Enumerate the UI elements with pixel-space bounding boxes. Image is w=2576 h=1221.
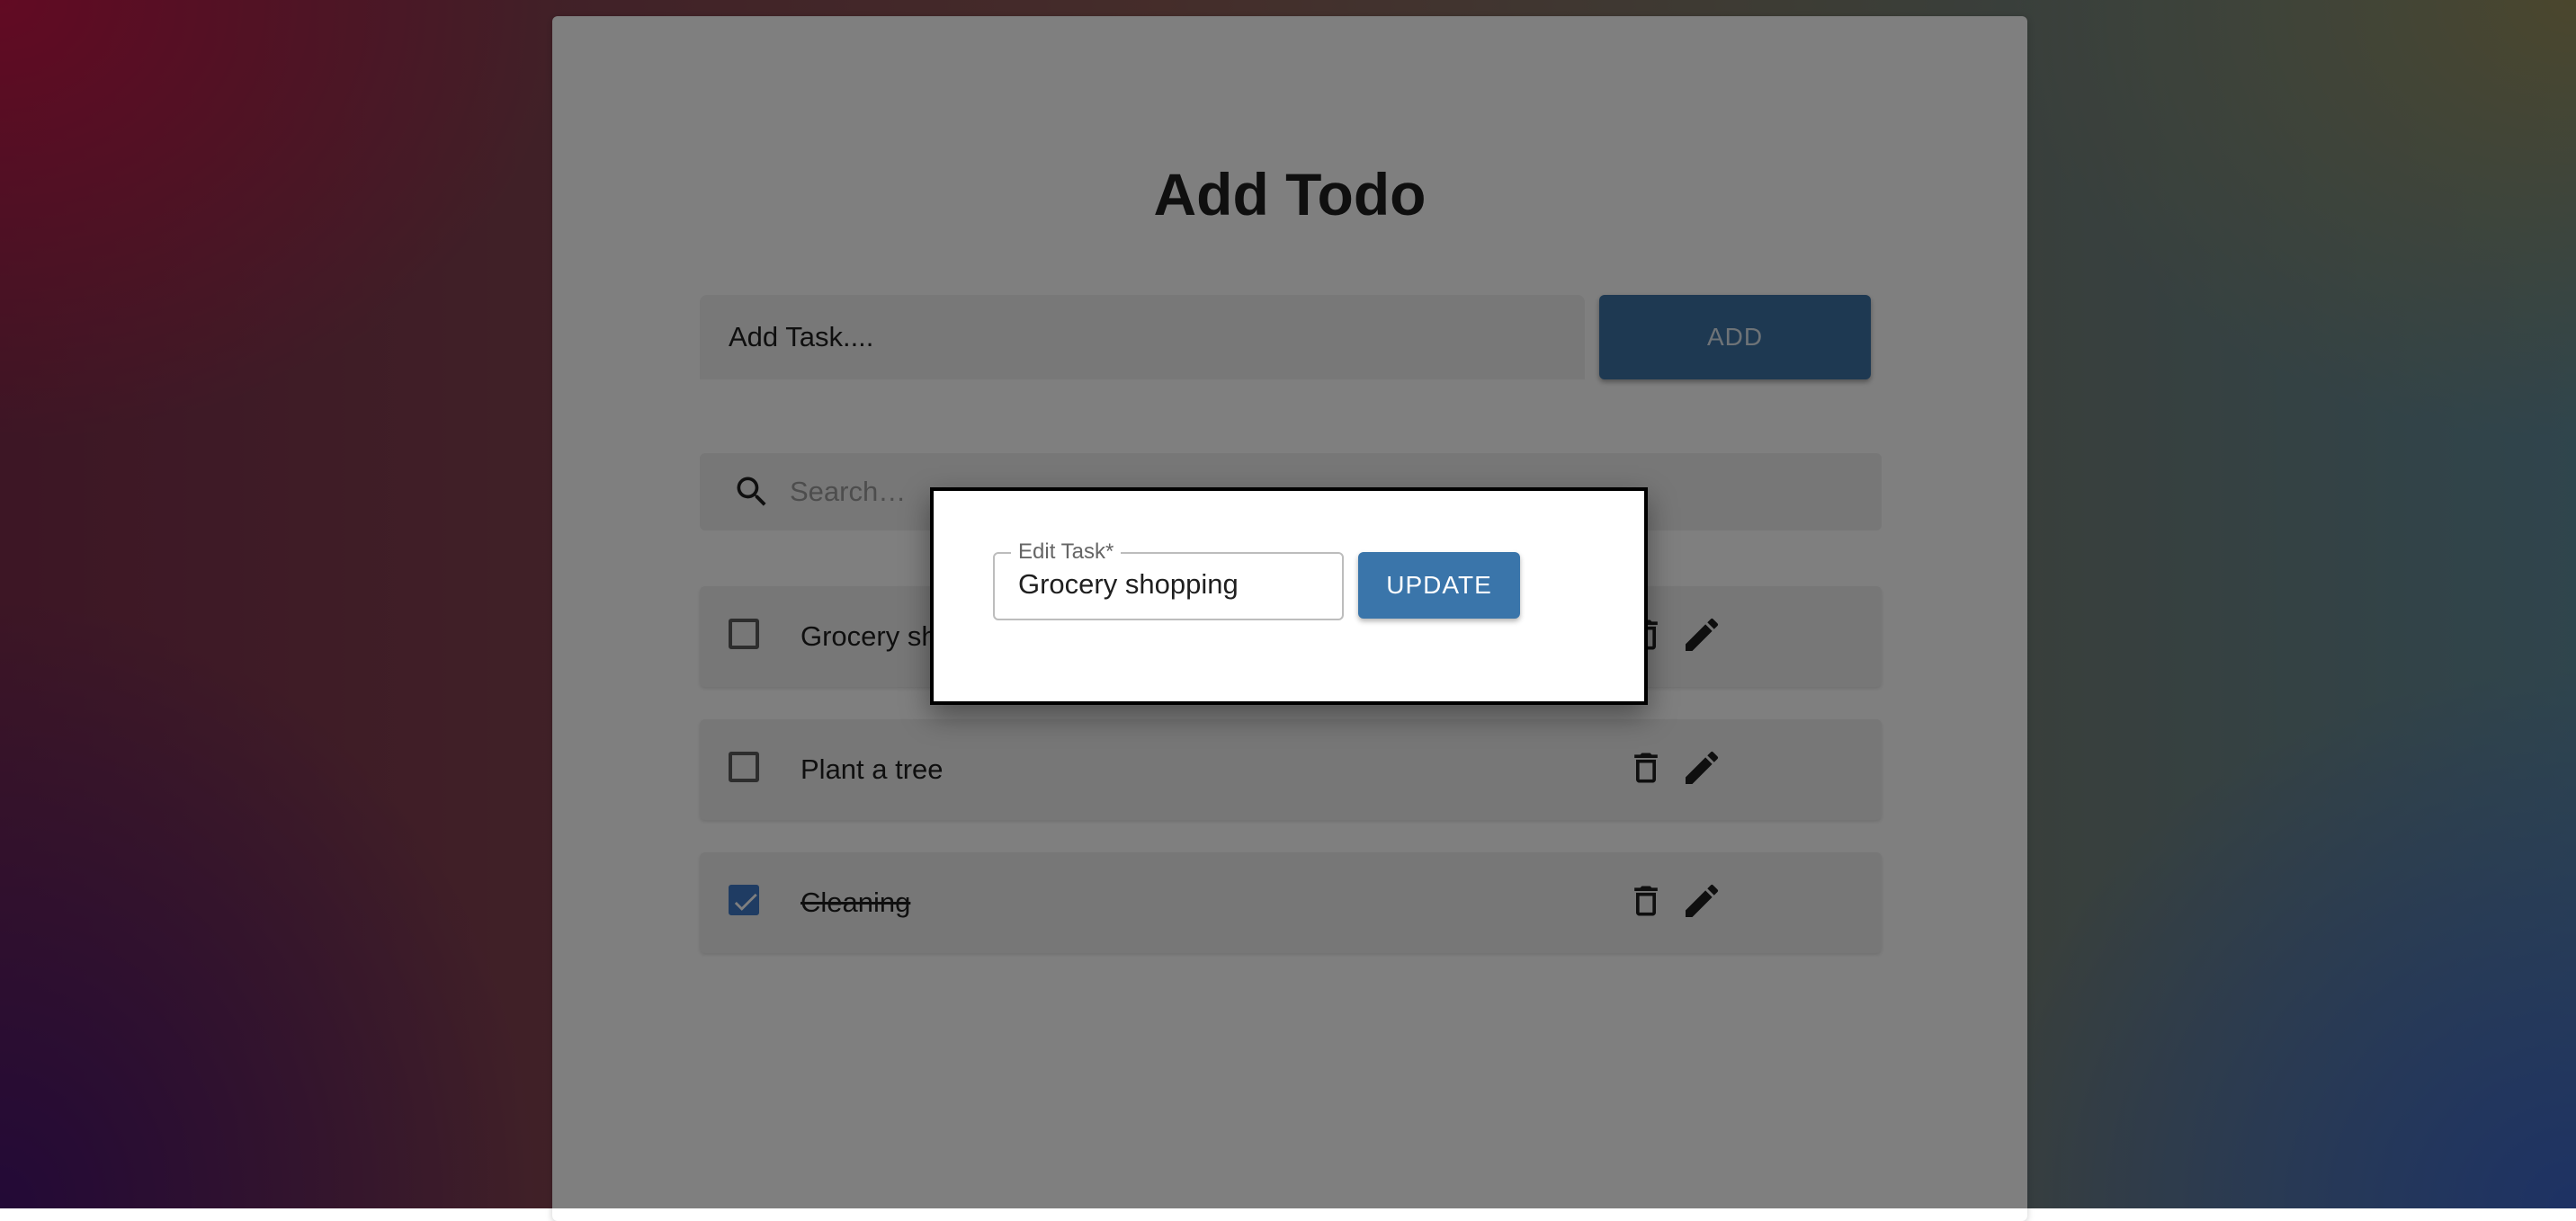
required-marker: * — [1105, 539, 1114, 564]
edit-task-field[interactable]: Edit Task* Grocery shopping — [993, 539, 1344, 620]
update-button[interactable]: UPDATE — [1358, 552, 1520, 619]
edit-task-label: Edit Task* — [1011, 539, 1122, 565]
edit-task-value[interactable]: Grocery shopping — [1018, 568, 1239, 601]
edit-task-dialog: Edit Task* Grocery shopping UPDATE — [930, 487, 1648, 705]
